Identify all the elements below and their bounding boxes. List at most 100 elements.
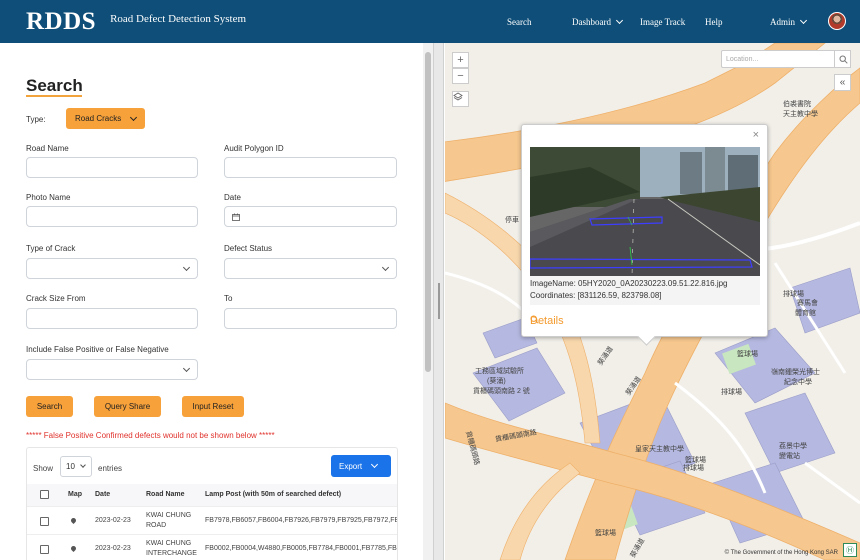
top-navbar: RDDS Road Defect Detection System Search… xyxy=(0,0,860,43)
collapse-panel-button[interactable]: « xyxy=(834,74,851,91)
table-row[interactable]: 2023-02-23 KWAI CHUNG ROAD FB7978,FB6057… xyxy=(27,506,397,534)
map-label: 嶺南鍾榮光博士 xyxy=(771,369,820,376)
details-link[interactable]: Details xyxy=(530,315,564,327)
map-label: 體育館 xyxy=(795,310,816,317)
col-map[interactable]: Map xyxy=(68,491,82,498)
type-label: Type: xyxy=(26,115,46,124)
query-share-button[interactable]: Query Share xyxy=(94,396,161,417)
map-label: 排球場 xyxy=(683,465,704,472)
export-label: Export xyxy=(339,461,363,471)
nav-image-track[interactable]: Image Track xyxy=(640,0,685,43)
chevron-down-icon xyxy=(130,113,138,121)
audit-polygon-input[interactable] xyxy=(224,157,397,178)
crack-size-from-input[interactable] xyxy=(26,308,198,329)
results-table: Show 10 entries Export Map Date Road Nam… xyxy=(26,447,398,560)
layers-icon xyxy=(453,92,463,101)
avatar[interactable] xyxy=(828,12,846,30)
road-photo-image xyxy=(530,147,760,276)
double-chevron-left-icon: « xyxy=(839,77,846,88)
map-label: 荔景中學 xyxy=(779,443,807,450)
panel-splitter[interactable] xyxy=(433,43,444,560)
map-pin-icon[interactable] xyxy=(69,516,78,525)
col-lamp-post[interactable]: Lamp Post (with 50m of searched defect) xyxy=(205,491,341,498)
map-pin-icon[interactable] xyxy=(69,544,78,553)
false-positive-warning: ***** False Positive Confirmed defects w… xyxy=(26,431,275,440)
row-lamp-posts: FB7978,FB6057,FB6004,FB7926,FB7979,FB792… xyxy=(205,517,397,524)
location-search-input[interactable]: Location... xyxy=(721,50,841,68)
nav-search[interactable]: Search xyxy=(507,0,532,43)
scrollbar-thumb[interactable] xyxy=(425,52,431,372)
calendar-icon xyxy=(232,213,240,221)
export-button[interactable]: Export xyxy=(331,455,391,477)
search-icon xyxy=(839,55,848,64)
title-underline xyxy=(26,95,82,97)
map-label: 籃球場 xyxy=(737,351,758,358)
row-lamp-posts: FB0002,FB0004,W4880,FB0005,FB7784,FB0001… xyxy=(205,545,397,552)
map-label: (葵涌) xyxy=(487,378,506,385)
page-length-select[interactable]: 10 xyxy=(60,456,92,477)
map-label: 伯裘書院 xyxy=(783,101,811,108)
audit-polygon-label: Audit Polygon ID xyxy=(224,144,284,153)
image-popup: × ImageName: 05HY2020_0A20230223.09.51.2… xyxy=(521,124,768,337)
row-road-line1: KWAI CHUNG xyxy=(146,540,192,547)
hk-gov-logo-icon: Ⓗ xyxy=(843,543,857,557)
row-road-line2: INTERCHANGE xyxy=(146,550,197,557)
left-panel-scrollbar[interactable] xyxy=(423,43,433,560)
zoom-out-button[interactable]: − xyxy=(452,68,469,84)
map-label: 停車 xyxy=(505,217,519,224)
grip-handle-icon[interactable] xyxy=(438,283,440,319)
show-label: Show xyxy=(33,464,54,473)
popup-coordinates: Coordinates: [831126.59, 823798.08] xyxy=(530,291,662,300)
zoom-in-button[interactable]: + xyxy=(452,52,469,68)
include-fp-label: Include False Positive or False Negative xyxy=(26,345,169,354)
row-checkbox[interactable] xyxy=(40,517,49,526)
photo-name-label: Photo Name xyxy=(26,193,71,202)
nav-admin[interactable]: Admin xyxy=(770,0,808,43)
row-date: 2023-02-23 xyxy=(95,545,131,552)
row-road-line1: KWAI CHUNG xyxy=(146,512,192,519)
defect-status-select[interactable] xyxy=(224,258,397,279)
photo-name-input[interactable] xyxy=(26,206,198,227)
road-name-label: Road Name xyxy=(26,144,69,153)
brand-logo[interactable]: RDDS xyxy=(26,8,96,36)
chevron-down-icon xyxy=(615,16,624,24)
type-of-crack-select[interactable] xyxy=(26,258,198,279)
search-button[interactable]: Search xyxy=(26,396,73,417)
table-header: Map Date Road Name Lamp Post (with 50m o… xyxy=(27,484,397,506)
map-label: 工務區域試驗所 xyxy=(475,368,524,375)
nav-dashboard[interactable]: Dashboard xyxy=(572,0,624,43)
nav-admin-label: Admin xyxy=(770,16,796,27)
defect-photo[interactable] xyxy=(530,147,760,276)
map-view[interactable]: + − Location... « 停車 工務區域試驗所 (葵涌) 貨櫃碼頭南路… xyxy=(445,43,860,560)
col-date[interactable]: Date xyxy=(95,491,110,498)
col-road-name[interactable]: Road Name xyxy=(146,491,185,498)
map-label: 賽馬會 xyxy=(797,300,818,307)
type-dropdown-value: Road Cracks xyxy=(75,114,122,123)
search-panel: Search Type: Road Cracks Road Name Audit… xyxy=(0,43,422,560)
close-icon[interactable]: × xyxy=(753,129,759,141)
brand-subtitle: Road Defect Detection System xyxy=(110,12,247,25)
row-checkbox[interactable] xyxy=(40,545,49,554)
chevron-down-icon xyxy=(371,460,379,469)
type-dropdown[interactable]: Road Cracks xyxy=(66,108,145,129)
input-reset-button[interactable]: Input Reset xyxy=(182,396,244,417)
popup-image-name: ImageName: 05HY2020_0A20230223.09.51.22.… xyxy=(530,279,728,288)
crack-size-to-input[interactable] xyxy=(224,308,397,329)
layers-button[interactable] xyxy=(452,91,469,107)
table-row[interactable]: 2023-02-23 KWAI CHUNG INTERCHANGE FB0002… xyxy=(27,534,397,560)
date-label: Date xyxy=(224,193,241,202)
include-fp-select[interactable] xyxy=(26,359,198,380)
search-icon xyxy=(530,315,539,324)
location-search-button[interactable] xyxy=(834,50,851,68)
map-label: 排球場 xyxy=(721,389,742,396)
map-copyright[interactable]: © The Government of the Hong Kong SAR xyxy=(725,550,838,556)
map-label: 變電站 xyxy=(779,453,800,460)
date-input[interactable] xyxy=(224,206,397,227)
nav-help[interactable]: Help xyxy=(705,0,723,43)
map-label: 紀念中學 xyxy=(784,379,812,386)
road-name-input[interactable] xyxy=(26,157,198,178)
page-length-value: 10 xyxy=(66,462,75,471)
chevron-down-icon xyxy=(80,462,86,468)
select-all-checkbox[interactable] xyxy=(40,490,49,499)
row-date: 2023-02-23 xyxy=(95,517,131,524)
